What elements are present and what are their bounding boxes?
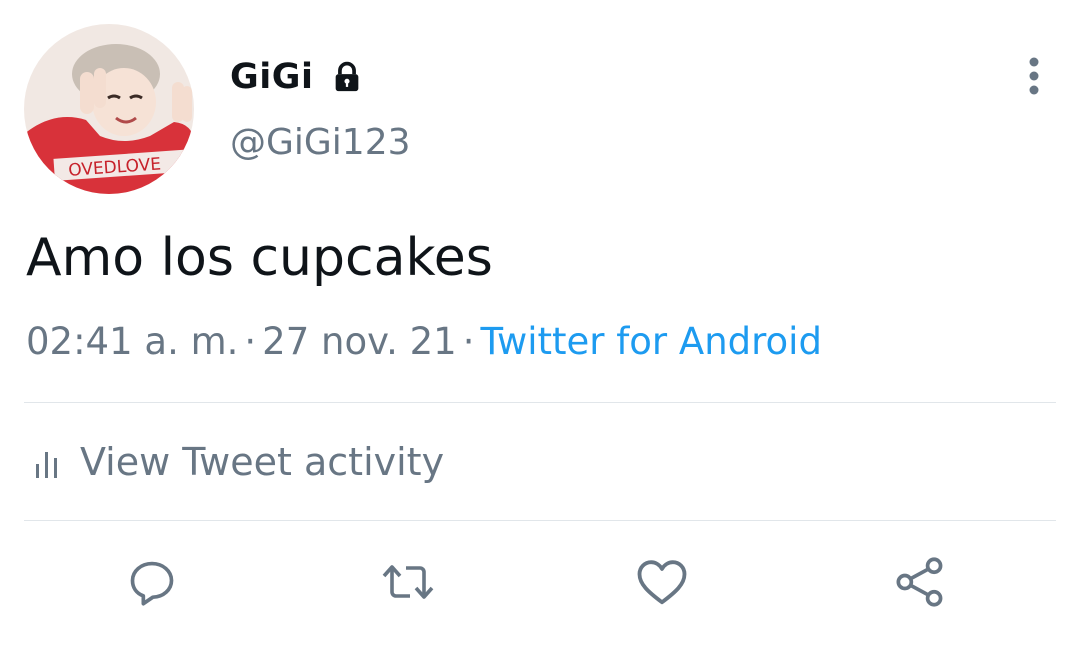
reply-icon xyxy=(130,561,174,606)
like-button[interactable] xyxy=(632,552,692,612)
share-button[interactable] xyxy=(890,552,950,612)
retweet-button[interactable] xyxy=(378,552,438,612)
tweet-source-link[interactable]: Twitter for Android xyxy=(480,320,821,363)
view-tweet-activity[interactable]: View Tweet activity xyxy=(34,436,444,488)
display-name[interactable]: GiGi xyxy=(230,57,313,97)
more-vertical-icon xyxy=(1029,57,1039,95)
share-icon xyxy=(896,557,943,607)
analytics-icon xyxy=(34,444,62,480)
display-name-row[interactable]: GiGi xyxy=(230,54,365,100)
avatar[interactable]: OVEDLOVE xyxy=(24,24,194,194)
divider xyxy=(24,402,1056,403)
view-tweet-activity-label: View Tweet activity xyxy=(80,440,445,484)
lock-icon xyxy=(329,59,365,95)
tweet-date: 27 nov. 21 xyxy=(262,320,457,363)
retweet-icon xyxy=(382,565,434,599)
tweet-time: 02:41 a. m. xyxy=(26,320,239,363)
tweet-text: Amo los cupcakes xyxy=(26,228,493,288)
tweet-detail: OVEDLOVE GiGi @GiGi123 Amo los cupcakes … xyxy=(0,0,1080,659)
reply-button[interactable] xyxy=(122,552,182,612)
more-options-button[interactable] xyxy=(1012,54,1056,98)
username[interactable]: @GiGi123 xyxy=(230,122,411,163)
heart-icon xyxy=(637,560,687,605)
meta-separator: · xyxy=(244,320,257,363)
avatar-photo: OVEDLOVE xyxy=(24,24,194,194)
divider xyxy=(24,520,1056,521)
tweet-meta: 02:41 a. m. · 27 nov. 21 · Twitter for Andro… xyxy=(26,320,822,363)
meta-separator: · xyxy=(462,320,475,363)
